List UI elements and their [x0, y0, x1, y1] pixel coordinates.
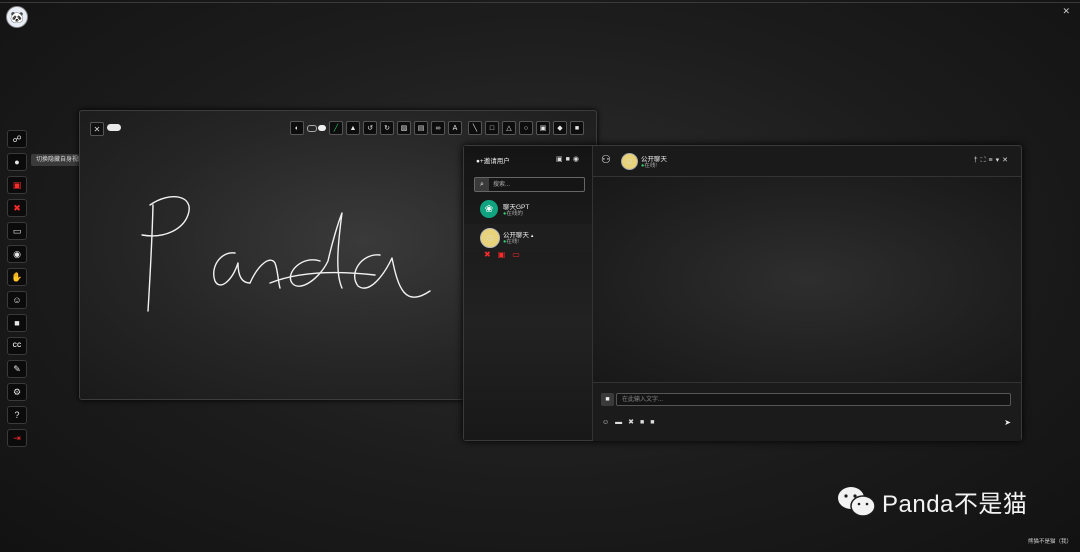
contact-media-controls: ✖▣▭ — [484, 250, 527, 259]
image-icon[interactable]: ▨ — [397, 121, 411, 135]
chat-header: ⚇ ☺ 公开聊天 ●在线! †⛶≡▾✕ — [593, 146, 1021, 177]
record-icon[interactable]: ◉ — [7, 245, 27, 263]
search-icon[interactable]: ⌕ — [475, 178, 489, 191]
watermark-text: Panda不是猫 — [882, 491, 1028, 518]
exit-icon[interactable]: ⇥ — [7, 429, 27, 447]
help-icon[interactable]: ? — [7, 406, 27, 424]
contact-chatgpt[interactable]: ❀ 聊天GPT ●在线的 — [464, 196, 592, 224]
participants-icon[interactable]: ⚇ — [601, 153, 611, 166]
mic-off-icon[interactable]: ✖ — [628, 419, 640, 426]
user-icon[interactable]: ● — [7, 153, 27, 171]
chat-window: ●+邀请用户 ▣■◉ ⌕ ❀ 聊天GPT ●在线的 ☺ 公开聊天 ▴ ●在线! … — [463, 145, 1022, 441]
pin-icon: ▴ — [530, 233, 534, 239]
menu-icon[interactable]: ≡▾ — [989, 157, 1003, 164]
captions-icon[interactable]: CC — [7, 337, 27, 355]
save-icon[interactable]: ▣ — [536, 121, 550, 135]
line-icon[interactable]: ╲ — [468, 121, 482, 135]
brush-size-selector[interactable] — [307, 121, 326, 135]
sidebar-actions: ▣■◉ — [556, 155, 582, 163]
contact-status: ●在线的 — [503, 211, 523, 217]
trash-icon[interactable]: ■ — [570, 121, 584, 135]
add-user-icon: ●+ — [476, 158, 484, 165]
text-icon[interactable]: A — [448, 121, 462, 135]
chat-main: ⚇ ☺ 公开聊天 ●在线! †⛶≡▾✕ ■ ☺▬✖■■ ➤ — [593, 146, 1021, 441]
whiteboard-icon[interactable]: ✎ — [7, 360, 27, 378]
copy-icon[interactable]: ■ — [640, 419, 650, 426]
mic-off-icon[interactable]: ✖ — [484, 250, 498, 259]
share-icon[interactable]: ☍ — [7, 130, 27, 148]
eraser-icon[interactable]: ◆ — [553, 121, 567, 135]
screen-off-icon[interactable]: ▭ — [512, 250, 527, 259]
message-input[interactable] — [616, 393, 1011, 406]
search-box: ⌕ — [474, 177, 585, 192]
close-icon[interactable]: ✕ — [1002, 157, 1011, 164]
chat-messages — [593, 177, 1021, 382]
wechat-icon — [838, 486, 876, 517]
brush-outline-icon[interactable] — [307, 124, 317, 132]
search-input[interactable] — [493, 180, 578, 189]
chat-header-controls: †⛶≡▾✕ — [974, 156, 1011, 165]
top-frame-divider — [0, 2, 1080, 3]
chatgpt-avatar-icon: ❀ — [480, 200, 498, 218]
chat-status: ●在线! — [641, 163, 657, 169]
link-icon[interactable]: ∞ — [431, 121, 445, 135]
message-icon: ■ — [601, 393, 614, 406]
square-icon[interactable]: □ — [485, 121, 499, 135]
pin-icon[interactable]: † — [974, 157, 981, 164]
watermark: Panda不是猫 — [836, 484, 1027, 519]
handwriting-panda — [141, 196, 431, 312]
close-icon[interactable]: ✕ — [90, 122, 104, 136]
footer-credit: 熊猫不是猫（我） — [1027, 539, 1072, 545]
camera-off-icon[interactable]: ▣ — [498, 250, 513, 259]
chat-avatar: ☺ — [621, 153, 638, 170]
emoji-icon[interactable]: ☺ — [602, 419, 615, 426]
pointer-icon[interactable]: ▲ — [346, 121, 360, 135]
contact-public-chat[interactable]: ☺ 公开聊天 ▴ ●在线! — [464, 224, 592, 252]
whiteboard-toolbar: ✕ ◐ ╱ ▲ ↺ ↻ ▨ ▤ ∞ A ╲ □ △ ○ ▣ ◆ ■ — [80, 111, 596, 143]
mic-off-icon[interactable]: ✖ — [7, 199, 27, 217]
brush-filled-icon[interactable] — [318, 125, 326, 131]
chat-bubbles-icon[interactable]: ■ — [566, 156, 573, 163]
save-icon[interactable]: ▣ — [556, 156, 566, 163]
chat-input-tools: ☺▬✖■■ — [602, 418, 661, 426]
camera-off-icon[interactable]: ▣ — [7, 176, 27, 194]
hand-icon[interactable]: ✋ — [7, 268, 27, 286]
gif-icon[interactable]: ▬ — [615, 419, 628, 426]
invite-users-button[interactable]: ●+邀请用户 — [476, 155, 510, 165]
public-chat-avatar-icon: ☺ — [480, 228, 500, 248]
chat-icon[interactable]: ■ — [7, 314, 27, 332]
undo-icon[interactable]: ↺ — [363, 121, 377, 135]
more-icon[interactable]: ◉ — [573, 156, 582, 163]
mic-off-icon[interactable]: ✕ — [1062, 6, 1070, 17]
redo-icon[interactable]: ↻ — [380, 121, 394, 135]
settings-icon[interactable]: ⚙ — [7, 383, 27, 401]
panda-logo-icon[interactable]: 🐼 — [6, 6, 28, 28]
chat-footer: ■ ☺▬✖■■ ➤ — [593, 382, 1021, 441]
pencil-icon[interactable]: ╱ — [329, 121, 343, 135]
triangle-icon[interactable]: △ — [502, 121, 516, 135]
chat-sidebar: ●+邀请用户 ▣■◉ ⌕ ❀ 聊天GPT ●在线的 ☺ 公开聊天 ▴ ●在线! … — [464, 146, 593, 440]
contrast-icon[interactable]: ◐ — [290, 121, 304, 135]
pdf-icon[interactable]: ▤ — [414, 121, 428, 135]
fullscreen-icon[interactable]: ⛶ — [981, 157, 989, 164]
left-toolbar: ☍ ● ▣ ✖ ▭ ◉ ✋ ☺ ■ CC ✎ ⚙ ? ⇥ — [7, 130, 27, 452]
whiteboard-toggle[interactable] — [107, 124, 121, 131]
contact-status: ●在线! — [503, 239, 519, 245]
screen-share-icon[interactable]: ▭ — [7, 222, 27, 240]
trash-icon[interactable]: ■ — [650, 419, 660, 426]
emoji-icon[interactable]: ☺ — [7, 291, 27, 309]
circle-icon[interactable]: ○ — [519, 121, 533, 135]
send-icon[interactable]: ➤ — [1004, 418, 1011, 427]
